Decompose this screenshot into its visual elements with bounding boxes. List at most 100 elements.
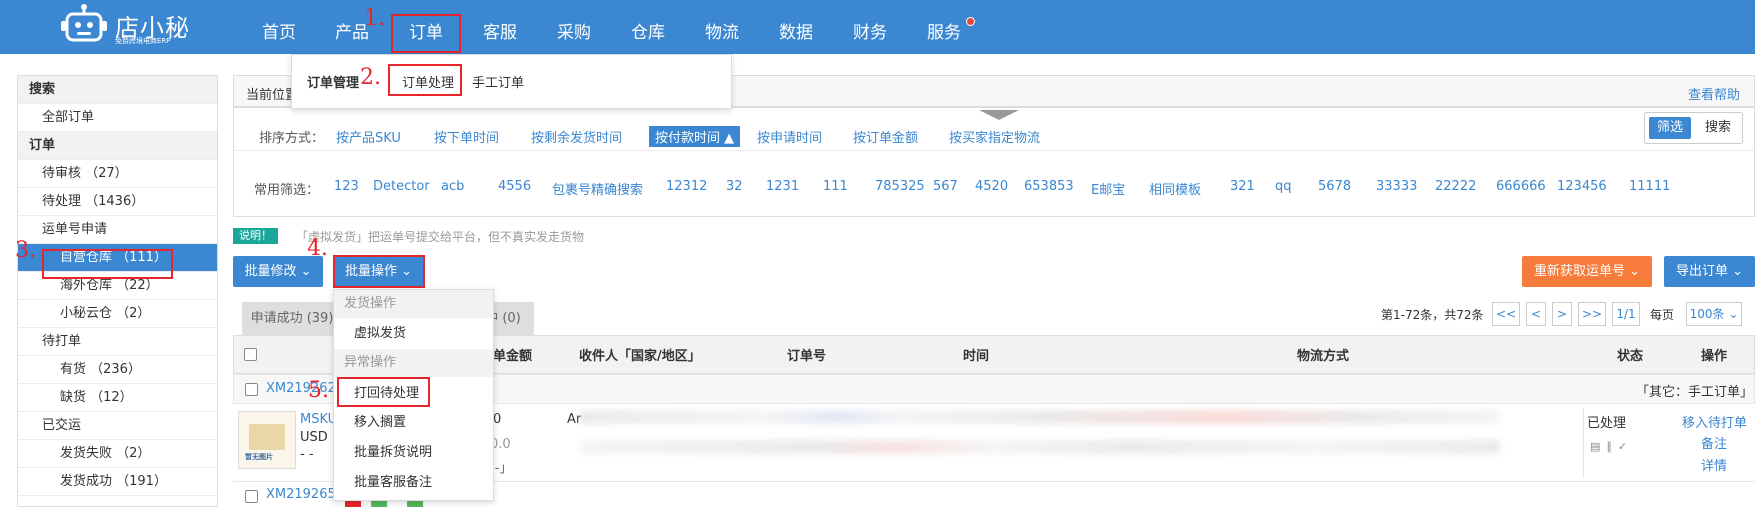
pager-prev[interactable]: < <box>1526 302 1546 326</box>
nav-data[interactable]: 数据 <box>779 18 813 43</box>
submenu-title: 订单管理 <box>307 76 360 91</box>
menu-service-note[interactable]: 批量客服备注 <box>334 469 432 497</box>
nav-home[interactable]: 首页 <box>262 18 296 43</box>
pager-summary: 第1-72条，共72条 <box>1381 308 1484 322</box>
filter-item[interactable]: 1231 <box>766 179 799 194</box>
help-link[interactable]: 查看帮助 <box>1688 84 1740 103</box>
move-to-print-link[interactable]: 移入待打单 <box>1682 412 1747 431</box>
sidebar-in-stock[interactable]: 有货 （236） <box>18 356 217 384</box>
filter-item[interactable]: 12312 <box>666 179 707 194</box>
detail-link[interactable]: 详情 <box>1701 455 1727 474</box>
filter-item[interactable]: 相同模板 <box>1149 179 1201 198</box>
filter-item[interactable]: 123 <box>334 179 359 194</box>
col-order-no: 订单号 <box>787 349 827 364</box>
pager-next[interactable]: > <box>1552 302 1572 326</box>
group-label: 「其它：手工订单」 <box>1636 385 1754 400</box>
annotation-1: 1. <box>364 6 385 31</box>
product-dash: - - <box>300 447 314 462</box>
product-sku[interactable]: MSKU <box>300 412 337 427</box>
filter-item[interactable]: Detector <box>373 179 430 194</box>
sort-by-amount[interactable]: 按订单金额 <box>853 127 918 146</box>
menu-virtual-ship[interactable]: 虚拟发货 <box>334 320 406 348</box>
sort-by-buyer-logistics[interactable]: 按买家指定物流 <box>949 127 1040 146</box>
sidebar-ship-failed[interactable]: 发货失败 （2） <box>18 440 217 468</box>
sort-label: 排序方式： <box>259 131 325 146</box>
menu-group-exception: 异常操作 <box>334 349 493 377</box>
copy-icon[interactable]: ▤ <box>1590 440 1606 453</box>
sidebar-to-print[interactable]: 待打单 <box>18 328 217 356</box>
filter-item[interactable]: 5678 <box>1318 179 1351 194</box>
export-orders-button[interactable]: 导出订单 ⌄ <box>1664 256 1755 287</box>
filter-item[interactable]: 653853 <box>1024 179 1074 194</box>
toggle-filter[interactable]: 筛选 <box>1649 117 1691 139</box>
filter-item[interactable]: 123456 <box>1557 179 1607 194</box>
sort-by-payment-time[interactable]: 按付款时间 ▲ <box>649 126 741 147</box>
sort-by-remaining-time[interactable]: 按剩余发货时间 <box>531 127 622 146</box>
refetch-tracking-button[interactable]: 重新获取运单号 ⌄ <box>1522 256 1652 287</box>
order-status: 已处理 <box>1587 416 1627 431</box>
filter-item[interactable]: E邮宝 <box>1091 179 1125 198</box>
per-page-label: 每页 <box>1650 308 1675 322</box>
notice-badge: 说明！ <box>233 228 278 244</box>
sidebar-cloud-warehouse[interactable]: 小秘云仓 （2） <box>18 300 217 328</box>
filter-item[interactable]: 321 <box>1230 179 1255 194</box>
highlight-box-order-process <box>388 64 462 96</box>
filter-item[interactable]: 11111 <box>1629 179 1670 194</box>
sort-by-order-time[interactable]: 按下单时间 <box>434 127 499 146</box>
filter-item[interactable]: 22222 <box>1435 179 1476 194</box>
tab-apply-success[interactable]: 申请成功 (39) <box>242 302 342 335</box>
filter-item[interactable]: acb <box>441 179 464 194</box>
sidebar-out-of-stock[interactable]: 缺货 （12） <box>18 384 217 412</box>
filter-item[interactable]: 33333 <box>1376 179 1417 194</box>
menu-split-note[interactable]: 批量拆货说明 <box>334 439 432 467</box>
submenu-manual-order[interactable]: 手工订单 <box>472 72 524 91</box>
filter-item[interactable]: 包裹号精确搜索 <box>552 179 643 198</box>
filter-item[interactable]: 32 <box>726 179 743 194</box>
filter-item[interactable]: 567 <box>933 179 958 194</box>
sidebar-all-orders[interactable]: 全部订单 <box>18 104 217 132</box>
pager-first[interactable]: << <box>1492 302 1520 326</box>
sidebar-shipped[interactable]: 已交运 <box>18 412 217 440</box>
filter-item[interactable]: 666666 <box>1496 179 1546 194</box>
row-checkbox[interactable] <box>245 383 258 396</box>
sort-by-sku[interactable]: 按产品SKU <box>336 127 401 146</box>
filter-panel: 排序方式： 按产品SKU 按下单时间 按剩余发货时间 按付款时间 ▲ 按申请时间… <box>233 107 1755 217</box>
nav-services[interactable]: 服务 <box>927 18 961 43</box>
check-icon[interactable]: ✓ <box>1618 440 1633 453</box>
menu-move-hold[interactable]: 移入搁置 <box>334 409 406 437</box>
brand-sub: 免费跨境电商ERP <box>115 37 171 45</box>
sidebar-pending-process[interactable]: 待处理 （1436） <box>18 188 217 216</box>
notification-dot <box>966 17 975 26</box>
top-nav-bar: 店小秘 免费跨境电商ERP 首页 产品 订单 客服 采购 仓库 物流 数据 财务… <box>0 0 1755 54</box>
menu-group-shipping: 发货操作 <box>334 290 493 318</box>
filter-item[interactable]: 4556 <box>498 179 531 194</box>
pager-last[interactable]: >> <box>1578 302 1606 326</box>
filter-item[interactable]: qq <box>1275 179 1292 194</box>
status-icons: ▤∥✓ <box>1590 440 1633 453</box>
nav-finance[interactable]: 财务 <box>853 18 887 43</box>
filter-item[interactable]: 4520 <box>975 179 1008 194</box>
redacted-content-2 <box>580 440 1500 454</box>
sort-by-apply-time[interactable]: 按申请时间 <box>757 127 822 146</box>
filter-item[interactable]: 111 <box>823 179 848 194</box>
nav-purchase[interactable]: 采购 <box>557 18 591 43</box>
no-image-text: 暂无图片 <box>245 453 273 461</box>
nav-warehouse[interactable]: 仓库 <box>631 18 665 43</box>
product-thumbnail: 暂无图片 <box>238 411 296 469</box>
nav-logistics[interactable]: 物流 <box>705 18 739 43</box>
collapse-arrow-icon[interactable] <box>979 110 1019 120</box>
view-toggle: 筛选 搜索 <box>1644 112 1743 144</box>
sidebar-ship-success[interactable]: 发货成功 （191） <box>18 468 217 496</box>
nav-service[interactable]: 客服 <box>483 18 517 43</box>
per-page-select[interactable]: 100条 ⌄ <box>1686 302 1742 326</box>
placeholder-image-icon <box>249 424 285 450</box>
sidebar-search[interactable]: 搜索 <box>18 76 217 104</box>
filter-item[interactable]: 785325 <box>875 179 925 194</box>
barcode-icon[interactable]: ∥ <box>1606 440 1618 453</box>
row-checkbox-2[interactable] <box>245 490 258 503</box>
sidebar-tracking-apply[interactable]: 运单号申请 <box>18 216 217 244</box>
sidebar-pending-review[interactable]: 待审核 （27） <box>18 160 217 188</box>
select-all-checkbox[interactable] <box>244 348 257 361</box>
toggle-search[interactable]: 搜索 <box>1697 117 1739 139</box>
note-link[interactable]: 备注 <box>1701 433 1727 452</box>
